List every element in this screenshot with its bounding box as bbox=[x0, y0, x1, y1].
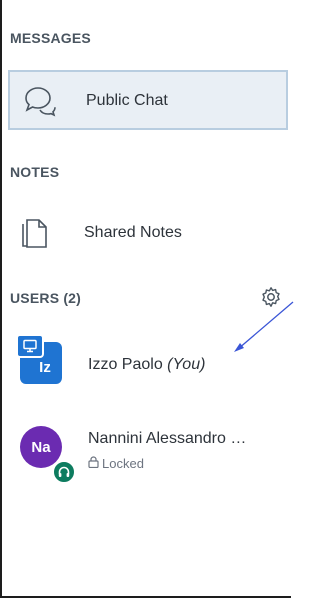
user-name-text: Izzo Paolo bbox=[88, 356, 163, 373]
avatar-initials: Na bbox=[31, 438, 51, 456]
user-name: Nannini Alessandro … bbox=[88, 430, 247, 447]
presenter-icon bbox=[16, 334, 44, 358]
lock-icon bbox=[88, 456, 99, 471]
messages-section-title: MESSAGES bbox=[10, 30, 91, 46]
user-name: Izzo Paolo (You) bbox=[88, 356, 205, 374]
status-text: Locked bbox=[102, 456, 144, 471]
user-list-item[interactable]: Iz Izzo Paolo (You) bbox=[12, 334, 292, 394]
shared-notes-label: Shared Notes bbox=[84, 224, 182, 241]
user-status: Locked bbox=[88, 456, 144, 471]
public-chat-item[interactable]: Public Chat bbox=[8, 70, 288, 130]
users-section-title: USERS (2) bbox=[10, 290, 82, 306]
gear-icon[interactable] bbox=[260, 286, 282, 308]
public-chat-label: Public Chat bbox=[86, 92, 168, 109]
document-icon bbox=[18, 214, 50, 250]
shared-notes-item[interactable]: Shared Notes bbox=[8, 200, 288, 260]
avatar-initials: Iz bbox=[39, 358, 51, 376]
you-label: (You) bbox=[167, 356, 206, 373]
headset-icon bbox=[52, 460, 76, 484]
sidebar-panel: MESSAGES Public Chat NOTES Shared Notes … bbox=[0, 0, 292, 598]
notes-section-title: NOTES bbox=[10, 164, 60, 180]
chat-bubbles-icon bbox=[22, 84, 56, 118]
panel-divider bbox=[291, 0, 296, 600]
user-list-item[interactable]: Na Nannini Alessandro … Locked bbox=[12, 418, 292, 484]
